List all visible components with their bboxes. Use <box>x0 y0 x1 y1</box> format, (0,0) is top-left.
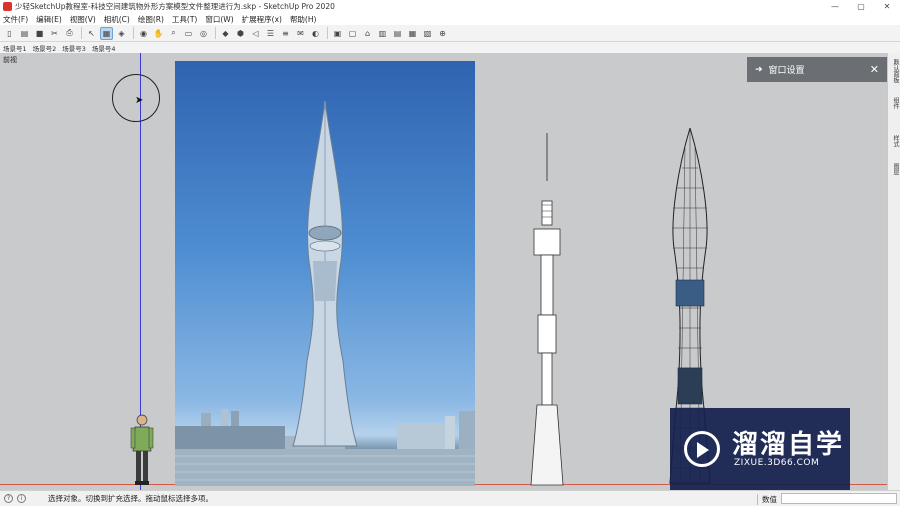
menu-camera[interactable]: 相机(C) <box>104 14 130 25</box>
speaker-icon[interactable]: ◁ <box>249 27 262 40</box>
print-icon[interactable]: ⎙ <box>63 27 76 40</box>
side-tab-styles[interactable]: 样式 <box>889 135 900 147</box>
title-bar: 少轻SketchUp教程室-科技空间建筑物外形方案模型文件整理进行为.skp -… <box>0 0 900 13</box>
pin-icon[interactable]: ➜ <box>755 65 763 75</box>
sketchup-logo-icon <box>3 2 12 11</box>
menu-tools[interactable]: 工具(T) <box>172 14 197 25</box>
warehouse-icon[interactable]: ◆ <box>219 27 232 40</box>
info-status-icon[interactable]: i <box>17 494 26 503</box>
new-file-icon[interactable]: ▯ <box>3 27 16 40</box>
window-title: 少轻SketchUp教程室-科技空间建筑物外形方案模型文件整理进行为.skp -… <box>15 2 335 11</box>
camera-icon[interactable]: ◎ <box>197 27 210 40</box>
play-triangle-icon <box>697 442 709 458</box>
toolbar-divider <box>81 27 82 39</box>
back-view-icon[interactable]: ▤ <box>391 27 404 40</box>
watermark-name: 溜溜自学 <box>732 430 845 460</box>
side-tab-layers[interactable]: 图层 <box>889 163 900 175</box>
shadow-icon[interactable]: ◐ <box>309 27 322 40</box>
styles-icon[interactable]: ☰ <box>264 27 277 40</box>
maximize-button[interactable]: ▢ <box>848 0 874 13</box>
iso-view-icon[interactable]: ▣ <box>331 27 344 40</box>
menu-extensions[interactable]: 扩展程序(x) <box>242 14 282 25</box>
menu-edit[interactable]: 编辑(E) <box>36 14 62 25</box>
measurements-input[interactable] <box>781 493 897 504</box>
tower-model-simple[interactable] <box>525 133 570 488</box>
side-tab-default[interactable]: 默认面板 <box>889 59 900 83</box>
tray-title: 窗口设置 <box>768 66 805 76</box>
menu-bar: 文件(F) 编辑(E) 视图(V) 相机(C) 绘图(R) 工具(T) 窗口(W… <box>0 13 900 25</box>
save-icon[interactable]: ■ <box>33 27 46 40</box>
menu-help[interactable]: 帮助(H) <box>290 14 317 25</box>
toolbar-divider <box>133 27 134 39</box>
right-view-icon[interactable]: ▥ <box>376 27 389 40</box>
tray-close-icon[interactable]: ✕ <box>870 63 879 76</box>
layers-icon[interactable]: ≡ <box>279 27 292 40</box>
scale-figure[interactable] <box>128 413 156 487</box>
zoom-icon[interactable]: ⌕ <box>167 27 180 40</box>
reference-photo[interactable] <box>175 61 475 486</box>
minimize-button[interactable]: — <box>822 0 848 13</box>
paint-bucket-icon[interactable]: ◈ <box>115 27 128 40</box>
main-toolbar: ▯ ▤ ■ ✂ ⎙ ↖ ▦ ◈ ◉ ✋ ⌕ ▭ ◎ ◆ ⬢ ◁ ☰ ≡ ✉ ◐ … <box>0 25 900 42</box>
status-hint: 选择对象。切换到扩充选择。拖动鼠标选择多项。 <box>48 494 213 503</box>
watermark-url: ZIXUE.3D66.COM <box>734 458 820 468</box>
menu-view[interactable]: 视图(V) <box>70 14 96 25</box>
section-plane-icon[interactable]: ▭ <box>182 27 195 40</box>
view-label: 前视 <box>3 56 17 64</box>
geo-location-icon[interactable]: ⊕ <box>436 27 449 40</box>
front-view-icon[interactable]: ⌂ <box>361 27 374 40</box>
scene-tab-2[interactable]: 场景号2 <box>33 43 57 53</box>
tower-photo-graphic <box>175 100 475 486</box>
open-file-icon[interactable]: ▤ <box>18 27 31 40</box>
select-tool-icon[interactable]: ↖ <box>85 27 98 40</box>
watermark-logo: 溜溜自学 ZIXUE.3D66.COM <box>670 408 850 492</box>
cut-icon[interactable]: ✂ <box>48 27 61 40</box>
message-icon[interactable]: ✉ <box>294 27 307 40</box>
extension-icon[interactable]: ⬢ <box>234 27 247 40</box>
pan-icon[interactable]: ✋ <box>152 27 165 40</box>
side-tab-components[interactable]: 组件 <box>889 97 900 109</box>
scene-tabs: 场景号1 场景号2 场景号3 场景号4 <box>0 42 900 53</box>
window-controls: — ▢ ✕ <box>822 0 900 13</box>
geo-status-icon[interactable]: ? <box>4 494 13 503</box>
toolbar-divider <box>215 27 216 39</box>
left-view-icon[interactable]: ▦ <box>406 27 419 40</box>
close-button[interactable]: ✕ <box>874 0 900 13</box>
menu-window[interactable]: 窗口(W) <box>205 14 233 25</box>
scene-tab-3[interactable]: 场景号3 <box>62 43 86 53</box>
scene-tab-4[interactable]: 场景号4 <box>92 43 116 53</box>
bottom-view-icon[interactable]: ▧ <box>421 27 434 40</box>
status-bar: ? i 选择对象。切换到扩充选择。拖动鼠标选择多项。 数值 <box>0 490 900 506</box>
menu-file[interactable]: 文件(F) <box>3 14 28 25</box>
toolbar-divider <box>327 27 328 39</box>
menu-draw[interactable]: 绘图(R) <box>138 14 164 25</box>
top-view-icon[interactable]: ▢ <box>346 27 359 40</box>
side-tray-tabs: 默认面板 组件 样式 图层 <box>887 53 900 490</box>
orbit-icon[interactable]: ◉ <box>137 27 150 40</box>
measurements-label: 数值 <box>757 494 777 505</box>
scene-tab-1[interactable]: 场景号1 <box>3 43 27 53</box>
eraser-tool-icon[interactable]: ▦ <box>100 26 113 40</box>
mouse-cursor-icon: ➤ <box>135 95 144 106</box>
default-tray-header[interactable]: ➜ 窗口设置 ✕ <box>747 57 887 82</box>
